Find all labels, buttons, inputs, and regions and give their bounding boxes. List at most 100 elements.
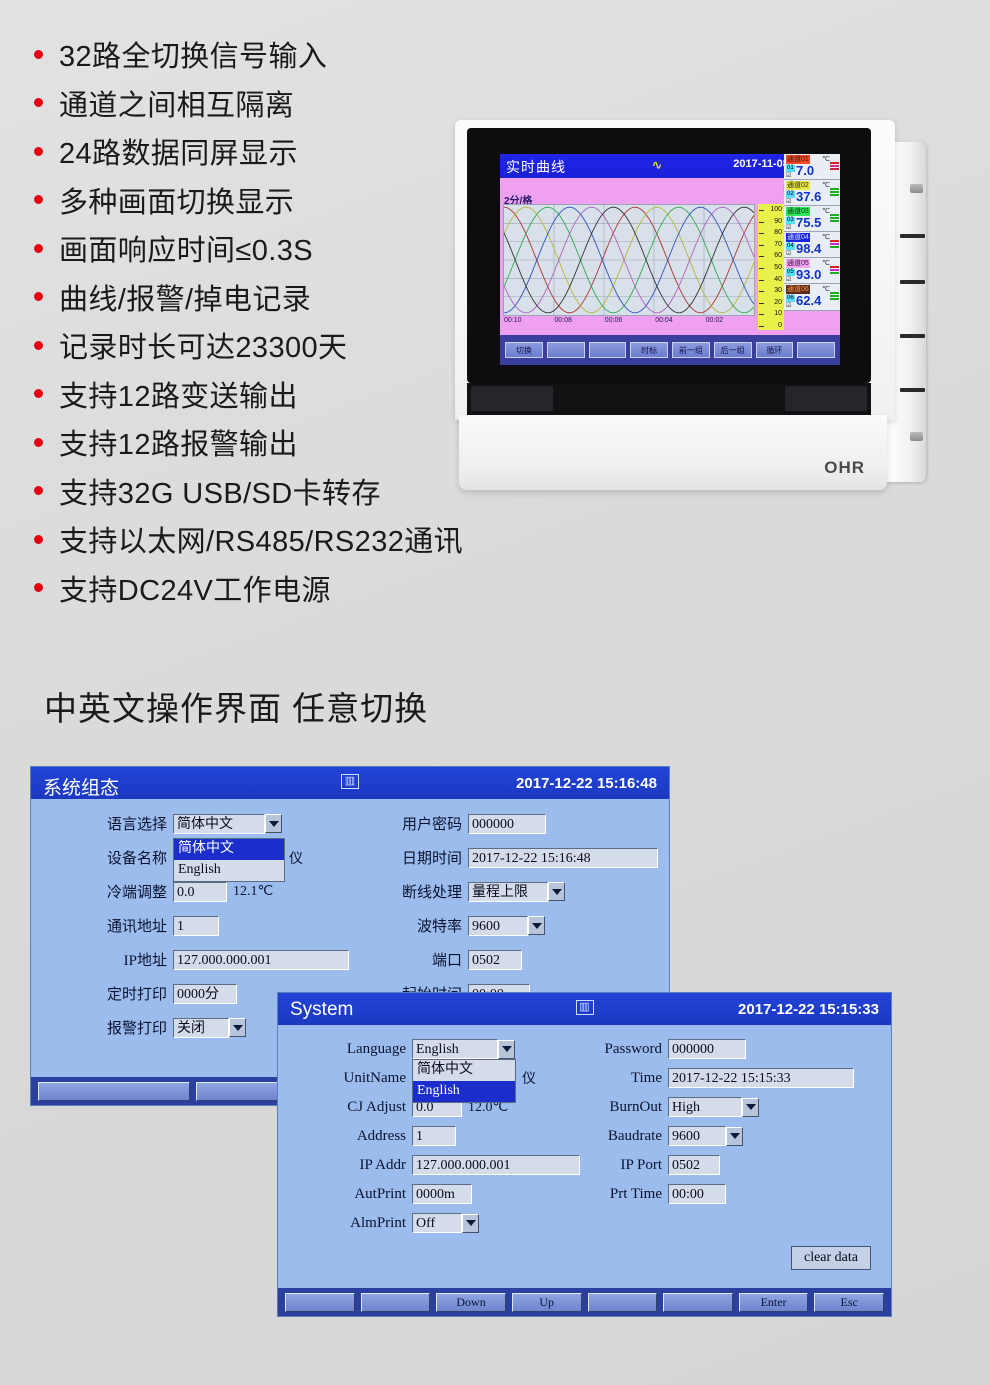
field-value[interactable]: 1	[173, 915, 219, 936]
dropdown-arrow-button[interactable]	[548, 882, 565, 901]
channel-checkbox-icon[interactable]: ☑	[786, 303, 791, 309]
dropdown-arrow-button[interactable]	[742, 1097, 759, 1117]
channel-row[interactable]: 通道01 ℃ 01 ☑ 7.0	[784, 154, 840, 181]
hmi-dialog-english[interactable]: System ▥ 2017-12-22 15:15:33 Language Eng…	[277, 992, 892, 1317]
field-value[interactable]: 关闭	[173, 1017, 229, 1038]
field-value[interactable]: 1	[412, 1126, 456, 1146]
screen-soft-button[interactable]: 后一组	[713, 342, 752, 358]
channel-checkbox-icon[interactable]: ☑	[786, 173, 791, 179]
feature-label: 曲线/报警/掉电记录	[59, 283, 312, 316]
feature-item: 支持DC24V工作电源	[34, 564, 504, 613]
channel-checkbox-icon[interactable]: ☑	[786, 225, 791, 231]
field-value[interactable]: 简体中文	[173, 813, 265, 834]
chevron-down-icon	[501, 1046, 512, 1052]
channel-checkbox-icon[interactable]: ☑	[786, 277, 791, 283]
axis-tick-label: 20	[774, 298, 782, 306]
feature-label: 画面响应时间≤0.3S	[59, 235, 313, 268]
hmi-en-right-field-5: Prt Time 00:00	[588, 1184, 726, 1204]
dropdown-arrow-button[interactable]	[265, 814, 282, 833]
field-value[interactable]: 00:00	[668, 1184, 726, 1204]
screen-soft-button[interactable]: 前一组	[672, 342, 710, 358]
field-value[interactable]: 2017-12-22 15:16:48	[468, 847, 658, 868]
hmi-en-footer: Down Up Enter Esc	[278, 1288, 891, 1316]
language-dropdown-option[interactable]: 简体中文	[174, 839, 284, 860]
field-label: 日期时间	[401, 851, 462, 867]
hmi-soft-button[interactable]: Up	[511, 1292, 582, 1312]
channel-checkbox-icon[interactable]: ☑	[786, 251, 791, 257]
field-label: 语言选择	[106, 817, 167, 833]
clear-data-button[interactable]: clear data	[790, 1246, 871, 1270]
device-lcd-screen[interactable]: 实时曲线 ∿ 2017-11-08 16:33:59 2分/格 曲线组合01	[500, 154, 840, 365]
language-dropdown-option[interactable]: English	[174, 860, 284, 881]
dropdown-arrow-button[interactable]	[229, 1018, 246, 1037]
hmi-soft-button[interactable]	[663, 1292, 733, 1312]
channel-value: 75.5	[796, 215, 822, 231]
hmi-soft-button[interactable]: Down	[436, 1292, 506, 1312]
bullet-dot-icon	[34, 243, 43, 253]
field-value[interactable]: English	[412, 1039, 498, 1059]
hmi-soft-button[interactable]	[285, 1292, 355, 1312]
field-value[interactable]: Off	[412, 1213, 462, 1233]
channel-row[interactable]: 通道02 ℃ 02 ☑ 37.6	[784, 180, 840, 207]
field-value[interactable]: 2017-12-22 15:15:33	[668, 1068, 854, 1088]
hmi-cn-right-field-0: 用户密码 000000	[386, 813, 546, 834]
feature-item: 24路数据同屏显示	[34, 127, 504, 176]
field-value[interactable]: High	[668, 1097, 742, 1117]
hmi-soft-button[interactable]: Esc	[814, 1292, 884, 1312]
screen-title: 实时曲线	[506, 159, 566, 175]
language-dropdown-list[interactable]: 简体中文 English	[173, 838, 285, 882]
screen-soft-button[interactable]	[588, 342, 627, 358]
hmi-cn-right-field-4: 端口 0502	[386, 949, 522, 970]
field-value[interactable]: 127.000.000.001	[173, 949, 349, 970]
feature-label: 通道之间相互隔离	[59, 89, 295, 122]
feature-label: 24路数据同屏显示	[59, 138, 298, 171]
bullet-dot-icon	[34, 534, 43, 544]
hmi-en-right-field-3: Baudrate 9600	[588, 1126, 743, 1146]
channel-row[interactable]: 通道06 ℃ 06 ☑ 62.4	[784, 284, 840, 311]
dropdown-arrow-button[interactable]	[462, 1213, 479, 1233]
axis-tick-mark	[759, 256, 764, 258]
hmi-soft-button[interactable]: Enter	[738, 1292, 809, 1312]
field-value[interactable]: 0502	[668, 1155, 720, 1175]
dropdown-arrow-button[interactable]	[726, 1126, 743, 1146]
hmi-soft-button[interactable]	[360, 1292, 431, 1312]
field-value[interactable]: 9600	[468, 915, 528, 936]
channel-checkbox-icon[interactable]: ☑	[786, 199, 791, 205]
language-dropdown-list[interactable]: 简体中文 English	[412, 1059, 516, 1103]
device-bezel: 实时曲线 ∿ 2017-11-08 16:33:59 2分/格 曲线组合01	[467, 128, 871, 383]
field-value[interactable]: 0000分	[173, 983, 237, 1004]
chevron-down-icon	[232, 1024, 243, 1031]
field-label: 冷端调整	[106, 885, 167, 901]
screen-soft-button[interactable]: 时标	[630, 342, 668, 358]
dropdown-arrow-button[interactable]	[528, 916, 545, 935]
field-value[interactable]: 0.0	[173, 881, 227, 902]
field-value[interactable]: 量程上限	[468, 881, 548, 902]
bracket-tab	[900, 234, 925, 238]
bullet-dot-icon	[34, 146, 43, 156]
channel-unit: ℃	[822, 156, 830, 163]
screen-soft-button[interactable]	[546, 342, 585, 358]
feature-item: 通道之间相互隔离	[34, 79, 504, 128]
screen-soft-button[interactable]	[797, 342, 835, 358]
language-dropdown-option[interactable]: 简体中文	[413, 1060, 515, 1081]
channel-row[interactable]: 通道03 ℃ 03 ☑ 75.5	[784, 206, 840, 233]
device-lower-band	[467, 383, 871, 415]
field-value[interactable]: 000000	[468, 813, 546, 834]
bullet-dot-icon	[34, 340, 43, 350]
language-dropdown-option[interactable]: English	[413, 1081, 515, 1102]
field-value[interactable]: 0000m	[412, 1184, 472, 1204]
field-value[interactable]: 9600	[668, 1126, 726, 1146]
screen-soft-button[interactable]: 切换	[505, 342, 543, 358]
channel-value: 7.0	[796, 163, 815, 178]
field-value[interactable]: 0502	[468, 949, 522, 970]
channel-row[interactable]: 通道05 ℃ 05 ☑ 93.0	[784, 258, 840, 285]
axis-tick-mark	[759, 268, 764, 269]
hmi-soft-button[interactable]	[38, 1081, 190, 1101]
field-value[interactable]: 000000	[668, 1039, 746, 1059]
hmi-cn-left-field-0: 语言选择 简体中文	[91, 813, 282, 834]
screen-soft-button[interactable]: 循环	[755, 342, 794, 358]
channel-row[interactable]: 通道04 ℃ 04 ☑ 98.4	[784, 232, 840, 259]
field-value[interactable]: 127.000.000.001	[412, 1155, 580, 1175]
dropdown-arrow-button[interactable]	[498, 1039, 515, 1059]
hmi-soft-button[interactable]	[587, 1292, 658, 1312]
